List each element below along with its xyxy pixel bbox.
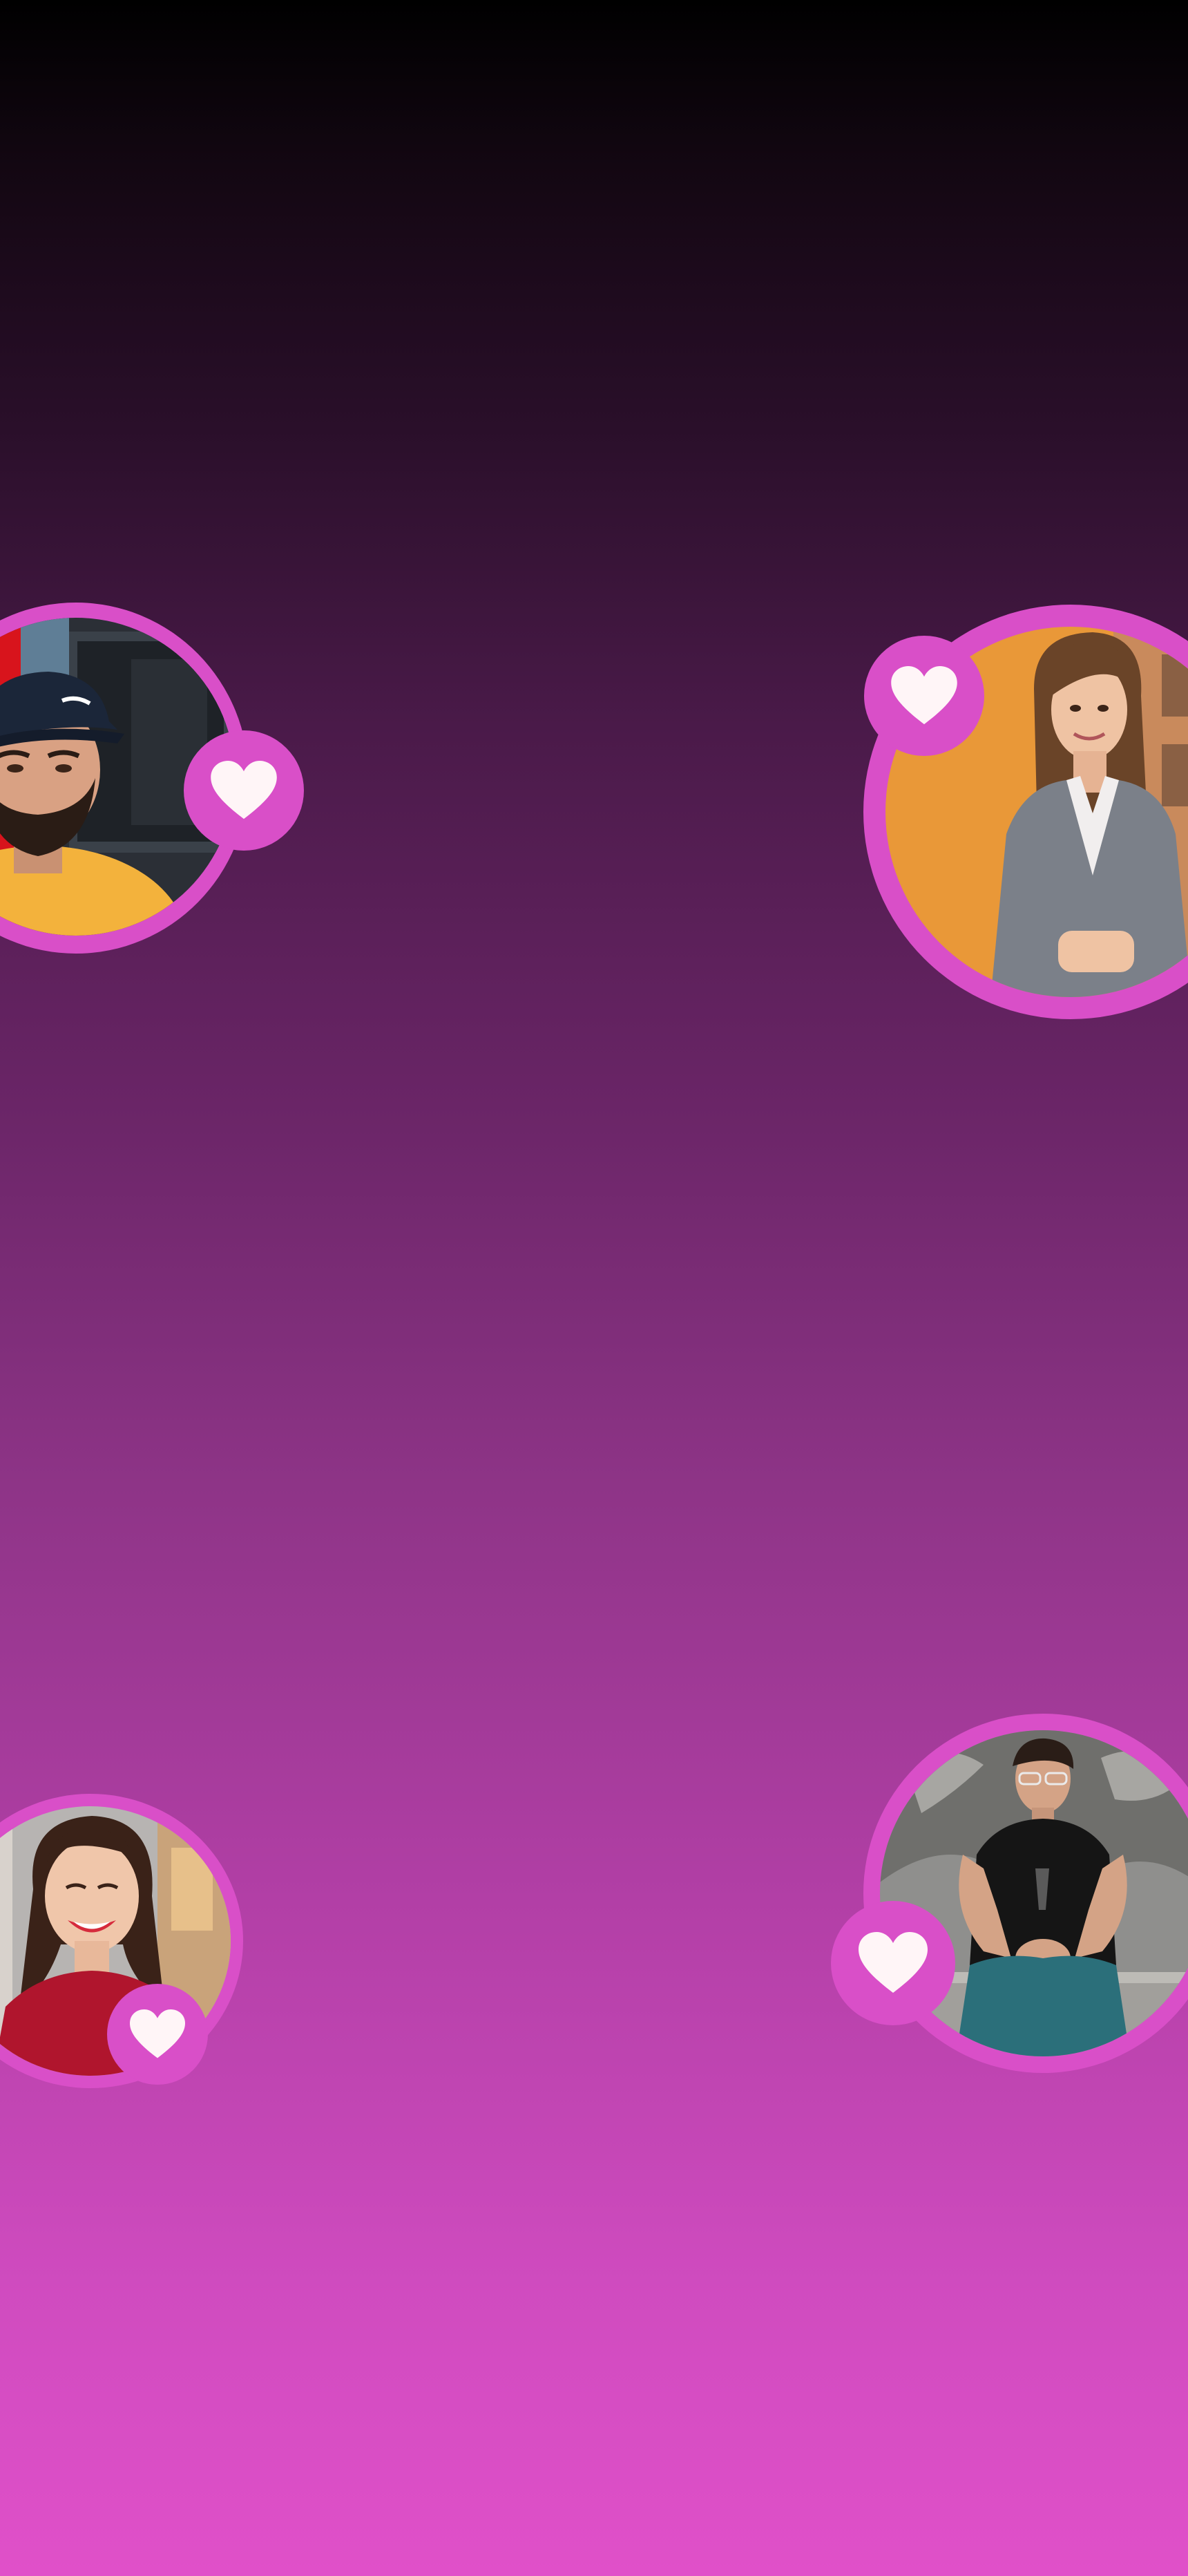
heart-icon [211,761,277,820]
heart-icon [891,666,957,725]
matching-screen [0,0,1188,2576]
heart-icon [130,2009,185,2058]
like-button-4[interactable] [831,1901,955,2025]
like-button-3[interactable] [107,1984,208,2085]
like-button-1[interactable] [184,730,304,851]
like-button-2[interactable] [864,636,984,756]
heart-icon [859,1932,928,1993]
